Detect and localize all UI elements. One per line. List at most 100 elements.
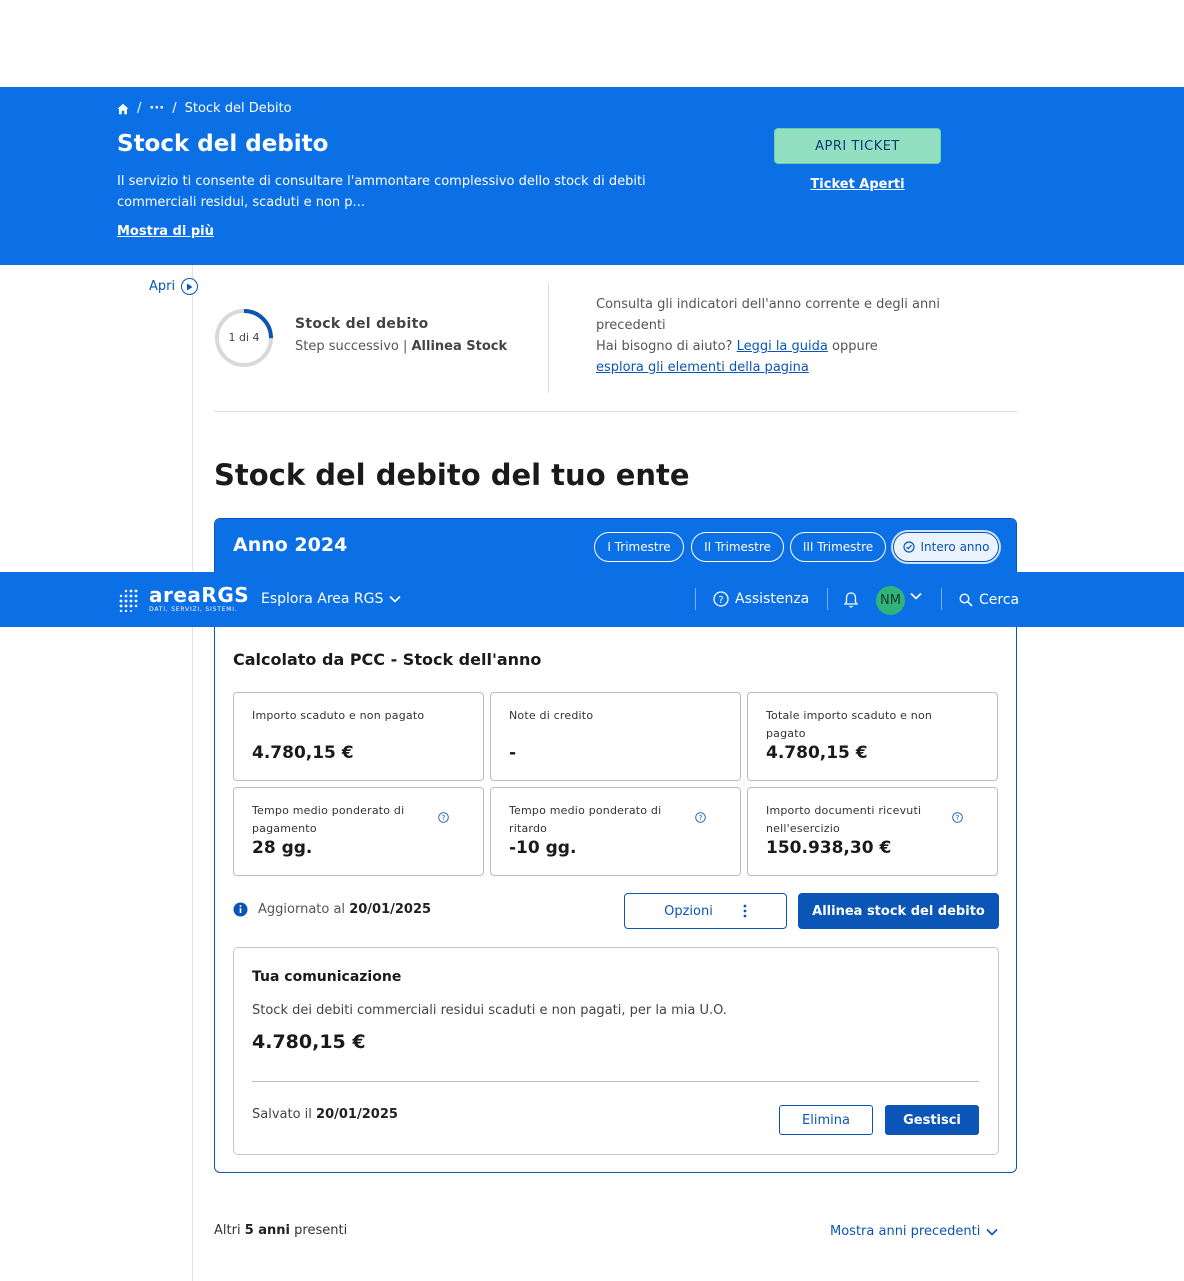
kpi-value: 4.780,15 €: [766, 743, 868, 763]
communication-title: Tua comunicazione: [252, 969, 402, 985]
open-tickets-link[interactable]: Ticket Aperti: [774, 177, 941, 192]
kpi-card: Tempo medio ponderato di ritardo ? -10 g…: [490, 787, 741, 876]
divider: [827, 588, 828, 610]
help-icon[interactable]: ?: [695, 812, 706, 823]
saved-info: Salvato il 20/01/2025: [252, 1107, 398, 1122]
chevron-down-icon: [389, 595, 401, 603]
previous-years-label: Mostra anni precedenti: [830, 1224, 981, 1239]
explore-menu[interactable]: Esplora Area RGS: [261, 591, 401, 607]
explore-label: Esplora Area RGS: [261, 591, 384, 607]
check-circle-icon: [902, 541, 915, 553]
play-icon: [181, 278, 199, 295]
bell-icon[interactable]: [843, 591, 859, 609]
breadcrumb-ellipsis[interactable]: ···: [149, 101, 164, 116]
kpi-value: -10 gg.: [509, 838, 577, 858]
chevron-down-icon: [986, 1228, 998, 1236]
chip-full-year[interactable]: Intero anno: [893, 532, 999, 562]
kpi-value: 150.938,30 €: [766, 838, 892, 858]
chip-q2[interactable]: II Trimestre: [691, 532, 784, 562]
communication-card: Tua comunicazione Stock dei debiti comme…: [233, 947, 999, 1155]
logo[interactable]: areaRGS DATI, SERVIZI, SISTEMI.: [117, 585, 249, 613]
app-header: areaRGS DATI, SERVIZI, SISTEMI. Esplora …: [0, 572, 1184, 627]
kpi-label: Note di credito: [509, 709, 594, 722]
side-rail: [192, 265, 193, 1281]
sidebar-toggle[interactable]: Apri: [149, 278, 199, 295]
others-suffix: presenti: [294, 1223, 348, 1238]
kpi-label: Importo documenti ricevuti nell'esercizi…: [766, 804, 922, 835]
guide-link[interactable]: Leggi la guida: [737, 339, 828, 354]
kpi-card: Totale importo scaduto e non pagato 4.78…: [747, 692, 998, 781]
divider: [252, 1081, 979, 1082]
help-icon[interactable]: ?: [438, 812, 449, 823]
other-years-info: Altri 5 anni presenti: [214, 1223, 347, 1238]
saved-prefix: Salvato il: [252, 1107, 312, 1122]
section-title: Stock del debito del tuo ente: [214, 458, 690, 492]
info-icon: [233, 902, 248, 917]
kpi-label: Tempo medio ponderato di ritardo: [509, 804, 662, 835]
year-title: Anno 2024: [233, 534, 348, 556]
step-next-prefix: Step successivo |: [295, 339, 408, 354]
communication-value: 4.780,15 €: [252, 1031, 366, 1053]
logo-dots-icon: [119, 589, 138, 612]
kpi-label: Tempo medio ponderato di pagamento: [252, 804, 405, 835]
assistance-label: Assistenza: [735, 591, 810, 607]
breadcrumb-current: Stock del Debito: [184, 101, 292, 116]
others-prefix: Altri: [214, 1223, 241, 1238]
kpi-value: -: [509, 743, 517, 763]
options-button[interactable]: Opzioni: [624, 893, 787, 929]
chip-full-year-label: Intero anno: [920, 540, 990, 554]
search-button[interactable]: Cerca: [959, 592, 1019, 608]
show-previous-years-button[interactable]: Mostra anni precedenti: [830, 1224, 998, 1239]
avatar[interactable]: NM: [876, 586, 905, 615]
help-line-2: Hai bisogno di aiuto? Leggi la guida opp…: [596, 336, 976, 357]
calc-title: Calcolato da PCC - Stock dell'anno: [233, 650, 542, 669]
kpi-value: 28 gg.: [252, 838, 313, 858]
divider: [214, 411, 1017, 412]
breadcrumb-separator: /: [137, 101, 142, 116]
kpi-card: Note di credito -: [490, 692, 741, 781]
divider: [941, 588, 942, 610]
show-more-link[interactable]: Mostra di più: [117, 224, 214, 239]
assistance-link[interactable]: ? Assistenza: [713, 591, 809, 607]
home-icon[interactable]: [117, 103, 129, 115]
saved-date: 20/01/2025: [316, 1107, 398, 1122]
svg-text:?: ?: [699, 814, 703, 822]
help-text: Consulta gli indicatori dell'anno corren…: [596, 294, 976, 378]
step-next-name: Allinea Stock: [411, 339, 508, 354]
divider: [695, 588, 696, 610]
chip-q3[interactable]: III Trimestre: [790, 532, 886, 562]
page-hero: / ··· / Stock del Debito Stock del debit…: [0, 87, 1184, 265]
step-next: Step successivo | Allinea Stock: [295, 339, 507, 354]
explore-elements-link[interactable]: esplora gli elementi della pagina: [596, 360, 809, 375]
help-icon[interactable]: ?: [952, 812, 963, 823]
help-prefix: Hai bisogno di aiuto?: [596, 339, 733, 354]
sidebar-toggle-label: Apri: [149, 279, 176, 294]
chip-q1[interactable]: I Trimestre: [594, 532, 684, 562]
kpi-card: Tempo medio ponderato di pagamento ? 28 …: [233, 787, 484, 876]
communication-description: Stock dei debiti commerciali residui sca…: [252, 1003, 727, 1018]
logo-subtitle: DATI, SERVIZI, SISTEMI.: [149, 606, 238, 613]
help-suffix: oppure: [832, 339, 878, 354]
kebab-menu-icon: [743, 904, 747, 918]
divider: [548, 283, 549, 393]
align-stock-button[interactable]: Allinea stock del debito: [798, 893, 999, 929]
others-count: 5 anni: [244, 1223, 291, 1238]
kpi-value: 4.780,15 €: [252, 743, 354, 763]
chevron-down-icon[interactable]: [910, 592, 922, 600]
page-title: Stock del debito: [117, 131, 329, 157]
help-icon: ?: [713, 591, 729, 607]
search-label: Cerca: [979, 592, 1020, 608]
step-counter: 1 di 4: [228, 331, 260, 344]
updated-date: 20/01/2025: [349, 902, 432, 917]
year-card-header: Anno 2024 I Trimestre II Trimestre III T…: [215, 519, 1016, 575]
kpi-card: Importo documenti ricevuti nell'esercizi…: [747, 787, 998, 876]
updated-info: Aggiornato al 20/01/2025: [233, 902, 431, 917]
kpi-label: Importo scaduto e non pagato: [252, 709, 425, 722]
page-description: Il servizio ti consente di consultare l'…: [117, 174, 646, 210]
options-label: Opzioni: [664, 903, 713, 919]
manage-button[interactable]: Gestisci: [885, 1105, 979, 1135]
svg-text:?: ?: [956, 814, 960, 822]
open-ticket-button[interactable]: APRI TICKET: [774, 128, 941, 164]
kpi-card: Importo scaduto e non pagato 4.780,15 €: [233, 692, 484, 781]
delete-button[interactable]: Elimina: [779, 1105, 873, 1135]
